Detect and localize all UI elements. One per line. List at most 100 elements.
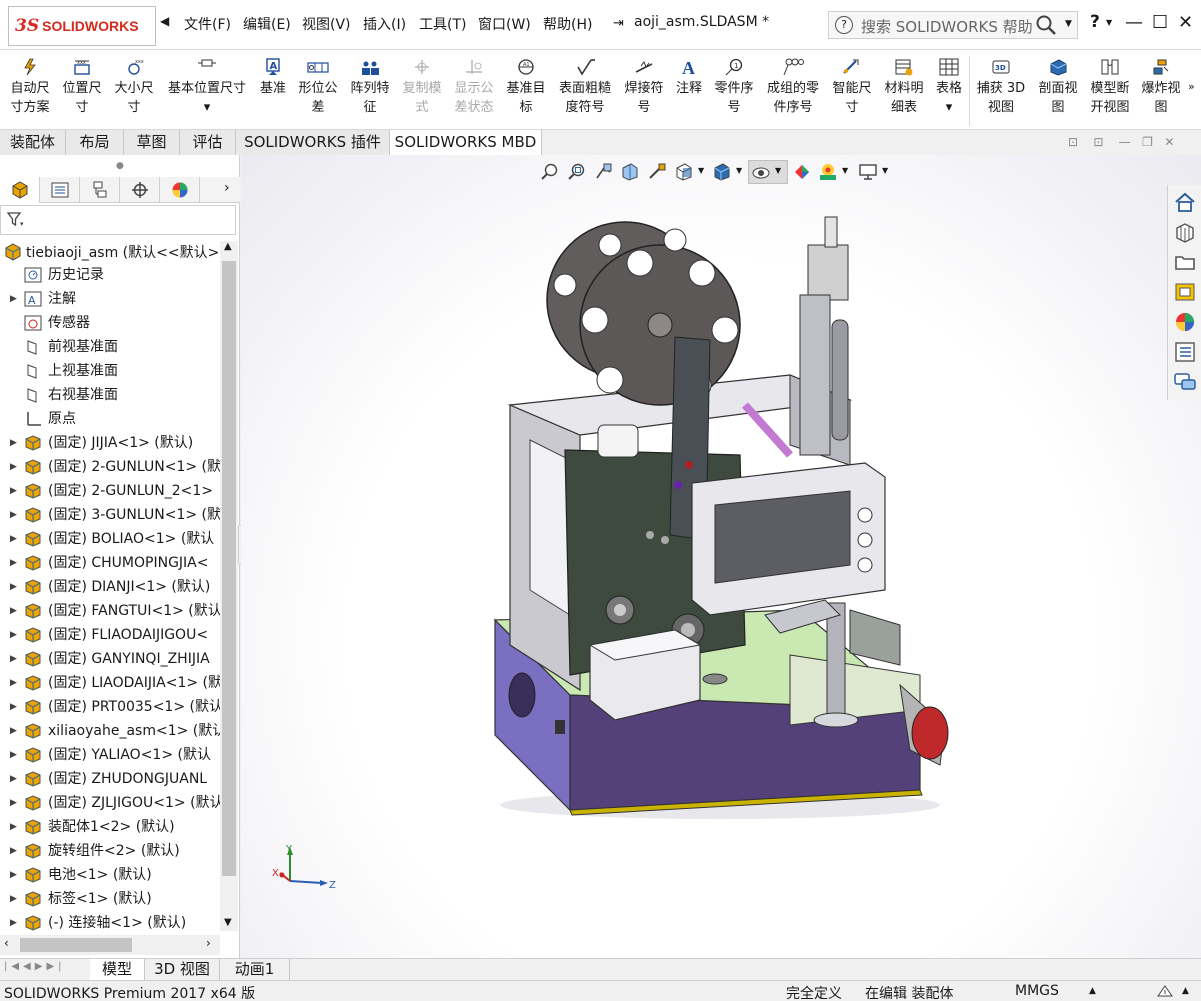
edit-appearance-icon[interactable] [792,162,812,182]
section-view-toolbar-icon[interactable] [620,162,640,182]
design-library-icon[interactable] [1173,220,1197,244]
expand-arrow-icon[interactable]: ▶ [10,599,17,623]
toolbar-overflow-icon[interactable]: » [1188,80,1195,93]
scroll-right-icon[interactable]: › [206,936,211,950]
menu-insert[interactable]: 插入(I) [363,14,406,34]
expand-arrow-icon[interactable]: ▶ [10,695,17,719]
copy-scheme-button[interactable]: 复制模式 [398,58,446,117]
menu-view[interactable]: 视图(V) [302,14,351,34]
tree-vertical-scrollbar[interactable]: ▲ ▼ [220,241,238,931]
expand-arrow-icon[interactable]: ▶ [10,719,17,743]
menu-edit[interactable]: 编辑(E) [243,14,291,34]
help-button[interactable]: ? [1090,12,1100,32]
doc-minimize-icon[interactable]: — [1119,135,1131,149]
scroll-down-icon[interactable]: ▼ [224,917,232,928]
expand-arrow-icon[interactable]: ▶ [10,647,17,671]
pin-menu-icon[interactable]: ⇥ [613,16,624,31]
expand-arrow-icon[interactable]: ▶ [10,863,17,887]
menu-window[interactable]: 窗口(W) [478,14,531,34]
show-tolerance-status-button[interactable]: 显示公 差状态 [450,58,498,117]
expand-arrow-icon[interactable]: ▶ [10,911,17,935]
scene-dropdown-icon[interactable]: ▼ [842,166,848,175]
tab-solidworks-addins[interactable]: SOLIDWORKS 插件 [236,130,390,155]
menu-file[interactable]: 文件(F) [184,14,231,34]
toolbar-dropdown-icon[interactable]: ▾ [204,100,211,115]
hide-show-dropdown-icon[interactable]: ▼ [775,166,781,175]
geometric-tolerance-button[interactable]: 形位公差 [296,58,340,117]
tab-animation1[interactable]: 动画1 [220,959,290,981]
tree-hscroll-thumb[interactable] [20,938,132,952]
units-dropdown-icon[interactable]: ▲ [1089,986,1096,996]
tab-solidworks-mbd[interactable]: SOLIDWORKS MBD [390,130,542,155]
doc-restore-icon[interactable]: ❐ [1142,135,1153,149]
smart-dimension-button[interactable]: 智能尺寸 [828,58,876,117]
minimize-button[interactable]: — [1125,12,1143,33]
tab-3d-view[interactable]: 3D 视图 [145,959,220,981]
zoom-to-fit-icon[interactable] [540,162,560,182]
location-dimension-button[interactable]: xxx 位置尺寸 [58,58,106,117]
menu-tools[interactable]: 工具(T) [419,14,466,34]
broken-out-view-button[interactable]: 模型断 开视图 [1086,58,1134,117]
expand-arrow-icon[interactable]: ▶ [10,455,17,479]
display-style-icon[interactable] [712,162,732,182]
view-orientation-icon[interactable] [674,162,694,182]
search-icon[interactable] [1035,14,1057,36]
notifications-icon[interactable] [1155,983,1175,999]
expand-arrow-icon[interactable]: ▶ [10,287,17,311]
expand-arrow-icon[interactable]: ▶ [10,503,17,527]
tree-filter[interactable]: ▾ [0,205,236,235]
datum-target-button[interactable]: A1 基准目标 [502,58,550,117]
capture-3d-view-button[interactable]: 3D 捕获 3D 视图 [972,58,1030,117]
exploded-view-button[interactable]: 爆炸视图 [1138,58,1184,117]
expand-arrow-icon[interactable]: ▶ [10,575,17,599]
expand-arrow-icon[interactable]: ▶ [10,623,17,647]
forum-chat-icon[interactable] [1173,370,1197,394]
tree-horizontal-scrollbar[interactable]: ‹ › [0,935,220,955]
restore-button[interactable]: ☐ [1152,12,1168,33]
panel-grip-icon[interactable]: ● [116,161,124,171]
bill-of-materials-button[interactable]: 材料明 细表 [880,58,928,117]
toolbar-dropdown-icon[interactable]: ▾ [946,100,953,115]
surface-finish-button[interactable]: 表面粗糙 度符号 [554,58,616,117]
balloon-button[interactable]: 1 零件序号 [710,58,758,117]
tree-scroll-thumb[interactable] [222,261,236,876]
scroll-up-icon[interactable]: ▲ [224,241,232,252]
expand-arrow-icon[interactable]: ▶ [10,887,17,911]
expand-arrow-icon[interactable]: ▶ [10,743,17,767]
tab-navigation-arrows-icon[interactable]: |◀◀▶▶| [4,961,84,979]
expand-arrow-icon[interactable]: ▶ [10,431,17,455]
tab-sketch[interactable]: 草图 [124,130,180,155]
weld-symbol-button[interactable]: 焊接符号 [620,58,668,117]
tile-left-icon[interactable]: ⊡ [1068,135,1078,149]
status-units[interactable]: MMGS [1015,983,1059,999]
search-dropdown-icon[interactable]: ▼ [1065,19,1072,29]
search-input[interactable]: 搜索 SOLIDWORKS 帮助 [861,16,1033,37]
expand-arrow-icon[interactable]: ▶ [10,767,17,791]
expand-arrow-icon[interactable]: ▶ [10,479,17,503]
feature-manager-tab-icon[interactable] [0,177,40,203]
view-settings-monitor-icon[interactable] [858,162,878,182]
tile-right-icon[interactable]: ⊡ [1093,135,1103,149]
apply-scene-icon[interactable] [818,162,838,182]
doc-close-icon[interactable]: ✕ [1164,135,1174,149]
view-palette-icon[interactable] [1173,280,1197,304]
display-manager-tab-icon[interactable] [160,177,200,203]
menu-help[interactable]: 帮助(H) [543,14,592,34]
notifications-dropdown-icon[interactable]: ▲ [1182,986,1189,996]
table-button[interactable]: 表格 ▾ [932,58,966,117]
menu-collapse-arrow-icon[interactable]: ◀ [160,14,169,28]
home-icon[interactable] [1173,190,1197,214]
tab-evaluate[interactable]: 评估 [180,130,236,155]
stacked-balloon-button[interactable]: 成组的零 件序号 [762,58,824,117]
expand-arrow-icon[interactable]: ▶ [10,839,17,863]
tree-root-assembly[interactable]: tiebiaoji_asm (默认<<默认> [4,241,226,263]
auto-dimension-scheme-button[interactable]: 自动尺 寸方案 [6,58,54,117]
view-settings-dropdown-icon[interactable]: ▼ [882,166,888,175]
assembly-3d-model[interactable] [470,205,970,835]
expand-arrow-icon[interactable]: ▶ [10,791,17,815]
basic-location-dimension-button[interactable]: 基本位置尺寸 ▾ [162,58,252,117]
panel-tabs-more-icon[interactable]: › [224,180,230,196]
configuration-manager-tab-icon[interactable] [80,177,120,203]
expand-arrow-icon[interactable]: ▶ [10,671,17,695]
custom-properties-icon[interactable] [1173,340,1197,364]
